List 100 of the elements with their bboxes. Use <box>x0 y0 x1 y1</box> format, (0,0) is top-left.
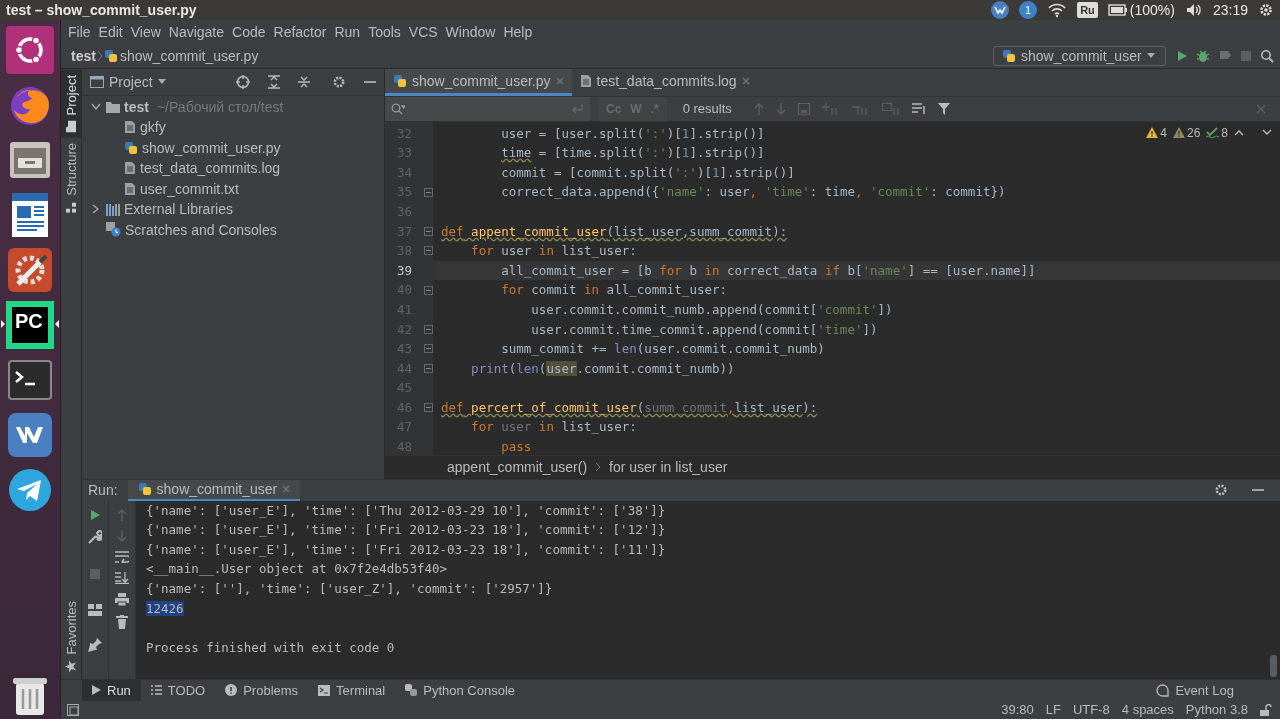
collapse-all-icon[interactable] <box>298 74 310 89</box>
status-item[interactable]: LF <box>1045 702 1061 718</box>
wifi-icon[interactable] <box>1047 2 1068 18</box>
settings-icon[interactable] <box>6 245 54 294</box>
pin-icon[interactable] <box>88 637 102 652</box>
breadcrumb-item[interactable]: test <box>71 47 96 64</box>
tree-item[interactable]: show_commit_user.py <box>142 139 281 156</box>
caret-icon <box>1146 52 1155 59</box>
tool-window-tab[interactable]: Project <box>61 68 82 138</box>
inspection-count[interactable]: 4 <box>1160 125 1167 140</box>
tool-window-tab[interactable]: Run <box>82 679 141 701</box>
menu-item[interactable]: Tools <box>364 24 405 41</box>
tree-item[interactable]: External Libraries <box>124 201 233 218</box>
fold-marker-icon[interactable] <box>423 403 433 413</box>
tree-item[interactable]: gkfy <box>140 119 166 136</box>
ide-icon[interactable]: PC <box>6 300 54 349</box>
scrollbar-thumb[interactable] <box>1270 654 1277 677</box>
fold-marker-icon[interactable] <box>423 187 433 197</box>
inspection-count[interactable]: 8 <box>1221 125 1228 140</box>
code-line: user.commit.commit_numb.append(commit['commit']) <box>530 300 893 319</box>
menu-item[interactable]: Code <box>228 24 270 41</box>
trash-icon[interactable] <box>116 614 128 629</box>
fold-marker-icon[interactable] <box>423 246 433 256</box>
print-icon[interactable] <box>115 592 129 606</box>
menu-item[interactable]: VCS <box>404 24 442 41</box>
collapse-arrow-icon[interactable] <box>90 102 102 111</box>
settings-icon[interactable] <box>332 74 346 89</box>
event-log-button[interactable]: Event Log <box>1146 679 1244 701</box>
python-file-icon <box>103 48 118 63</box>
editor-tab[interactable]: test_data_commits.log <box>571 68 758 96</box>
menu-item[interactable]: Help <box>499 24 537 41</box>
multiline-icon[interactable] <box>911 102 926 115</box>
wrench-icon[interactable] <box>88 529 102 544</box>
console-output-line: {'name': ['user_E'], 'time': ['Fri 2012-03-23 18'], 'commit': ['11']} <box>146 541 666 557</box>
tool-window-tab[interactable]: Python Console <box>395 679 525 701</box>
tool-window-tab[interactable]: Terminal <box>308 679 396 701</box>
panel-title[interactable]: Project <box>109 73 153 90</box>
status-item[interactable]: Python 3.8 <box>1185 702 1248 718</box>
fold-marker-icon[interactable] <box>423 226 433 236</box>
battery-icon[interactable] <box>1107 4 1128 16</box>
arrow-up-icon[interactable] <box>1234 129 1244 137</box>
status-item[interactable]: UTF-8 <box>1072 702 1110 718</box>
soft-wrap-icon[interactable] <box>115 550 129 563</box>
settings-icon[interactable] <box>1258 2 1274 18</box>
keyboard-layout-indicator[interactable]: Ru <box>1077 2 1098 18</box>
tool-window-tab[interactable]: Structure <box>61 137 82 218</box>
lock-icon[interactable] <box>1260 703 1272 716</box>
chat-app-icon[interactable] <box>6 410 54 459</box>
structure-icon <box>66 200 77 213</box>
panel-toggle-icon[interactable] <box>67 703 79 716</box>
layout-icon[interactable] <box>88 603 102 616</box>
tree-item[interactable]: test <box>124 98 149 115</box>
bug-icon[interactable] <box>1196 48 1210 63</box>
filter-icon[interactable] <box>937 102 950 115</box>
tool-window-tab[interactable]: TODO <box>140 679 216 701</box>
arrow-down-icon[interactable] <box>1262 129 1272 137</box>
search-icon[interactable] <box>1260 48 1274 63</box>
fold-marker-icon[interactable] <box>423 285 433 295</box>
menu-item[interactable]: View <box>126 24 165 41</box>
run-icon <box>92 685 101 696</box>
folder-icon <box>66 120 77 133</box>
menu-item[interactable]: Run <box>330 24 365 41</box>
menu-item[interactable]: Refactor <box>269 24 331 41</box>
menu-item[interactable]: Edit <box>94 24 127 41</box>
menu-item[interactable]: Window <box>441 24 500 41</box>
tool-window-tab[interactable]: Favorites <box>61 595 82 679</box>
breadcrumb-item[interactable]: for user in list_user <box>609 459 728 476</box>
line-number: 39 <box>396 261 414 280</box>
rerun-icon[interactable] <box>89 508 101 521</box>
logo-icon[interactable] <box>6 25 54 74</box>
breadcrumb-item[interactable]: appent_commit_user() <box>447 459 588 476</box>
scratches-icon <box>106 222 121 238</box>
settings-icon[interactable] <box>1214 483 1228 498</box>
status-item[interactable]: 4 spaces <box>1121 702 1174 718</box>
menu-item[interactable]: Navigate <box>164 24 229 41</box>
clock[interactable]: 23:19 <box>1212 2 1248 18</box>
fold-marker-icon[interactable] <box>423 344 433 354</box>
close-icon[interactable] <box>741 76 750 85</box>
editor-tab[interactable]: show_commit_user.py <box>385 68 572 96</box>
scroll-to-end-icon[interactable] <box>115 571 129 584</box>
folder-icon <box>106 100 120 113</box>
tree-item[interactable]: Scratches and Consoles <box>125 221 277 238</box>
fold-marker-icon[interactable] <box>423 324 433 334</box>
locate-icon[interactable] <box>236 74 250 89</box>
tree-item[interactable]: test_data_commits.log <box>140 160 281 177</box>
expand-all-icon[interactable] <box>268 74 280 89</box>
tree-item[interactable]: user_commit.txt <box>140 180 239 197</box>
menu-item[interactable]: File <box>64 24 95 41</box>
search-field[interactable] <box>385 96 590 121</box>
run-configuration-dropdown[interactable]: show_commit_user <box>993 45 1166 66</box>
status-item[interactable]: 39:80 <box>1001 702 1034 718</box>
fold-marker-icon[interactable] <box>423 364 433 373</box>
run-configuration-tab[interactable]: show_commit_user <box>127 479 301 501</box>
notification-badge[interactable]: 1 <box>1019 1 1038 19</box>
tool-window-tab[interactable]: Problems <box>215 679 309 701</box>
breadcrumb-item[interactable]: show_commit_user.py <box>119 47 259 64</box>
run-icon[interactable] <box>1176 49 1188 62</box>
app-tile-icon[interactable] <box>991 1 1010 19</box>
inspection-count[interactable]: 26 <box>1186 125 1201 140</box>
volume-icon[interactable] <box>1184 2 1203 18</box>
